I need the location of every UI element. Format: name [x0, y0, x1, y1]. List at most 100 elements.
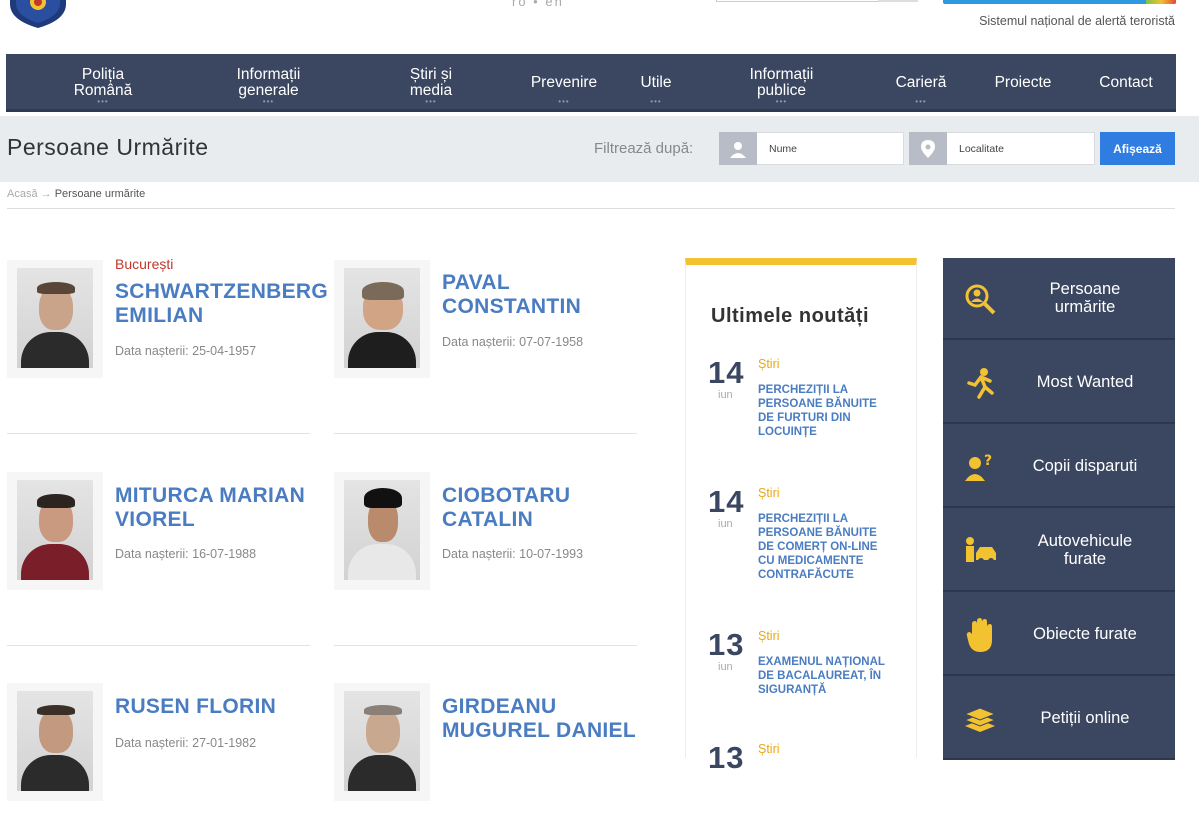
person-birthdate: Data nașterii: 25-04-1957	[115, 344, 257, 358]
nav-dots: •••	[650, 97, 662, 106]
news-category[interactable]: Știri	[758, 357, 780, 371]
news-category[interactable]: Știri	[758, 629, 780, 643]
magnifier-person-icon	[963, 282, 997, 316]
person-photo[interactable]	[7, 260, 103, 378]
person-card[interactable]: CIOBOTARU CATALIN Data nașterii: 10-07-1…	[334, 472, 654, 612]
nav-item-stiri-media[interactable]: Știri și media •••	[386, 54, 476, 112]
news-month: iun	[718, 661, 733, 673]
show-results-button[interactable]: Afișează	[1100, 132, 1175, 165]
news-link[interactable]: PERCHEZIȚII LA PERSOANE BĂNUITE DE FURTU…	[758, 383, 888, 439]
news-link[interactable]: PERCHEZIȚII LA PERSOANE BĂNUITE DE COMER…	[758, 512, 888, 582]
news-category[interactable]: Știri	[758, 742, 780, 756]
person-photo[interactable]	[7, 472, 103, 590]
menu-item-obiecte-furate[interactable]: Obiecte furate	[943, 594, 1175, 676]
nav-item-informatii-generale[interactable]: Informații generale •••	[211, 54, 326, 112]
language-switch[interactable]: ro • en	[512, 0, 564, 9]
map-pin-icon	[909, 132, 947, 165]
nav-dots: •••	[558, 97, 570, 106]
latest-news-panel: Ultimele noutăți 14 iun Știri PERCHEZIȚI…	[685, 258, 917, 775]
nav-label: Informații generale	[236, 66, 301, 99]
person-photo[interactable]	[334, 260, 430, 378]
nav-dots: •••	[262, 97, 275, 106]
nav-item-prevenire[interactable]: Prevenire •••	[514, 54, 614, 112]
menu-item-copii-disparuti[interactable]: ? Copii disparuti	[943, 426, 1175, 508]
person-photo[interactable]	[7, 683, 103, 801]
news-link[interactable]: EXAMENUL NAȚIONAL DE BACALAUREAT, ÎN SIG…	[758, 655, 888, 697]
news-day: 13	[708, 740, 745, 775]
person-card[interactable]: GIRDEANU MUGUREL DANIEL	[334, 683, 654, 823]
person-birthdate: Data nașterii: 07-07-1958	[442, 335, 584, 349]
divider	[334, 433, 637, 434]
person-card[interactable]: MITURCA MARIAN VIOREL Data nașterii: 16-…	[7, 472, 327, 612]
person-name[interactable]: PAVAL CONSTANTIN	[442, 271, 581, 319]
nav-dots: •••	[97, 97, 109, 106]
page-title: Persoane Urmărite	[7, 134, 209, 160]
nav-label: Utile	[640, 74, 672, 91]
person-card[interactable]: RUSEN FLORIN Data nașterii: 27-01-1982	[7, 683, 327, 823]
person-name[interactable]: GIRDEANU MUGUREL DANIEL	[442, 695, 636, 743]
car-thief-icon	[963, 534, 997, 568]
news-category[interactable]: Știri	[758, 486, 780, 500]
menu-label: Petiții online	[1040, 709, 1130, 727]
terror-alert-indicator[interactable]	[943, 0, 1176, 4]
terror-alert-label[interactable]: Sistemul național de alertă teroristă	[979, 14, 1175, 28]
child-question-icon: ?	[963, 450, 997, 484]
breadcrumb: Acasă → Persoane urmărite	[7, 188, 145, 200]
news-month: iun	[718, 389, 733, 401]
menu-label: Persoane urmărite	[1049, 280, 1121, 316]
person-card[interactable]: București SCHWARTZENBERG EMILIAN Data na…	[7, 256, 328, 400]
nav-dots: •••	[775, 97, 788, 106]
divider	[7, 433, 310, 434]
page-header-bar: Persoane Urmărite Filtrează după: Nume L…	[0, 116, 1199, 182]
breadcrumb-divider	[7, 208, 1175, 209]
person-name[interactable]: RUSEN FLORIN	[115, 695, 276, 719]
locality-filter-field[interactable]: Localitate	[909, 132, 1095, 165]
name-filter-placeholder: Nume	[769, 142, 798, 155]
nav-label: Poliția Română	[73, 66, 133, 99]
name-filter-field[interactable]: Nume	[719, 132, 904, 165]
menu-item-persoane-urmarite[interactable]: Persoane urmărite	[943, 258, 1175, 340]
nav-item-informatii-publice[interactable]: Informații publice •••	[724, 54, 839, 112]
nav-item-utile[interactable]: Utile •••	[626, 54, 686, 112]
breadcrumb-current: Persoane urmărite	[54, 188, 146, 200]
nav-label: Prevenire	[530, 74, 598, 91]
person-birthdate: Data nașterii: 16-07-1988	[115, 547, 257, 561]
person-photo[interactable]	[334, 683, 430, 801]
nav-item-proiecte[interactable]: Proiecte	[978, 54, 1068, 112]
site-search-button[interactable]	[878, 0, 918, 2]
nav-item-politia-romana[interactable]: Poliția Română •••	[48, 54, 158, 112]
nav-label: Proiecte	[994, 74, 1052, 91]
site-search-input[interactable]	[716, 0, 918, 2]
person-name[interactable]: CIOBOTARU CATALIN	[442, 484, 570, 532]
divider	[7, 645, 310, 646]
news-month: iun	[718, 518, 733, 530]
police-logo[interactable]	[6, 0, 70, 28]
person-icon	[719, 132, 757, 165]
person-birthdate: Data nașterii: 10-07-1993	[442, 547, 584, 561]
news-day: 13	[708, 627, 745, 662]
menu-item-autovehicule-furate[interactable]: Autovehicule furate	[943, 510, 1175, 592]
person-city: București	[115, 256, 174, 272]
menu-label: Copii disparuti	[1032, 457, 1138, 475]
divider	[334, 645, 637, 646]
person-photo[interactable]	[334, 472, 430, 590]
main-navigation: Poliția Română ••• Informații generale •••…	[6, 54, 1176, 112]
menu-item-most-wanted[interactable]: Most Wanted	[943, 342, 1175, 424]
person-card[interactable]: PAVAL CONSTANTIN Data nașterii: 07-07-19…	[334, 260, 654, 400]
nav-label: Contact	[1099, 74, 1153, 91]
person-name[interactable]: MITURCA MARIAN VIOREL	[115, 484, 305, 532]
filter-label: Filtrează după:	[594, 140, 694, 157]
nav-label: Informații publice	[749, 66, 814, 99]
person-name[interactable]: SCHWARTZENBERG EMILIAN	[115, 280, 328, 328]
breadcrumb-home[interactable]: Acasă	[7, 188, 38, 200]
hand-icon	[963, 618, 997, 652]
nav-item-cariera[interactable]: Carieră •••	[876, 54, 966, 112]
menu-label: Most Wanted	[1036, 373, 1134, 391]
nav-label: Știri și media	[409, 66, 453, 99]
nav-dots: •••	[425, 97, 437, 106]
menu-item-petitii-online[interactable]: Petiții online	[943, 678, 1175, 760]
svg-text:?: ?	[984, 453, 992, 469]
news-title: Ultimele noutăți	[711, 305, 870, 327]
menu-label: Autovehicule furate	[1037, 532, 1133, 568]
nav-item-contact[interactable]: Contact	[1084, 54, 1168, 112]
